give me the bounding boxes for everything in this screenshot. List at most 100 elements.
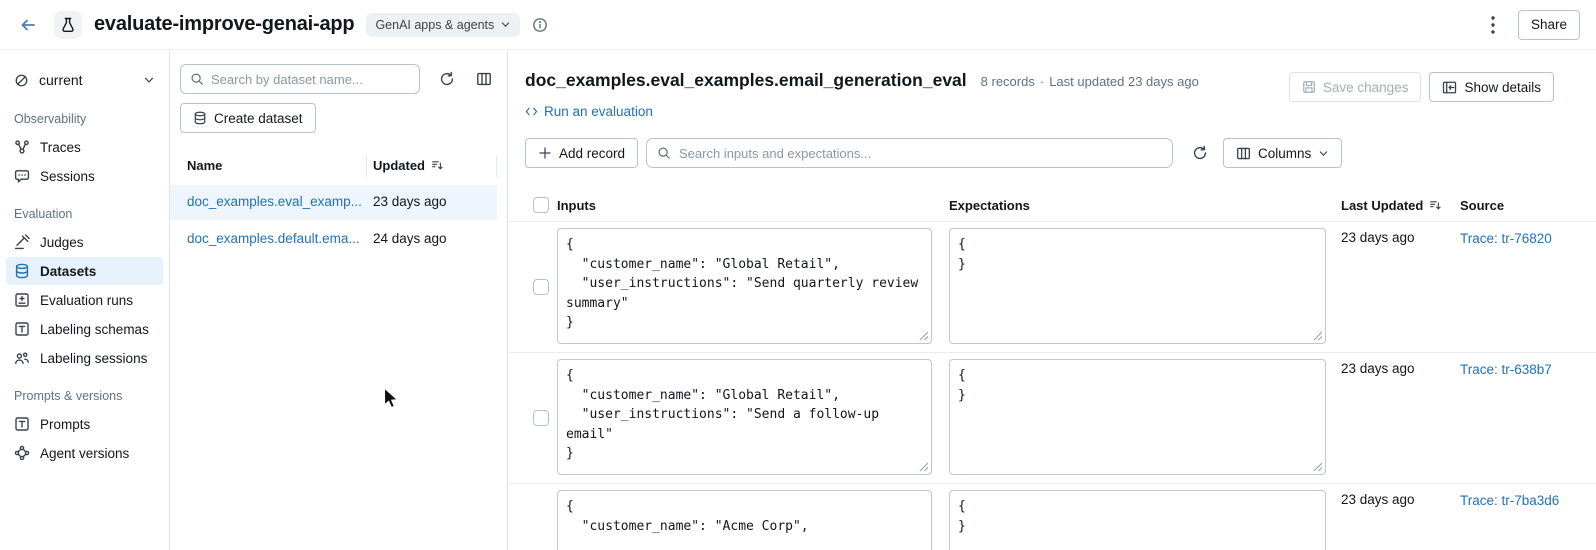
search-icon <box>657 146 671 160</box>
header-label: Name <box>187 158 222 173</box>
sort-descending-icon <box>1429 199 1442 212</box>
records-refresh-button[interactable] <box>1189 142 1211 164</box>
sidebar-item-labeling-schemas[interactable]: Labeling schemas <box>6 315 163 343</box>
run-evaluation-link[interactable]: Run an evaluation <box>525 104 653 119</box>
expectations-json-editor[interactable]: { } <box>949 228 1326 344</box>
last-updated-cell: 23 days ago <box>1341 492 1415 507</box>
sidebar-item-agent-versions[interactable]: Agent versions <box>6 439 163 467</box>
header-buttons: Save changes Show details <box>1289 72 1554 102</box>
page-title: evaluate-improve-genai-app <box>94 13 354 36</box>
column-header-name[interactable]: Name <box>187 158 222 173</box>
column-header-inputs[interactable]: Inputs <box>557 198 596 213</box>
inputs-json-editor[interactable]: { "customer_name": "Global Retail", "use… <box>557 359 932 475</box>
records-table-header: Inputs Expectations Last Updated Source <box>509 190 1596 222</box>
resize-grip-icon[interactable] <box>919 462 928 471</box>
workspace-label: current <box>39 72 133 88</box>
dataset-row[interactable]: doc_examples.eval_examp... 23 days ago <box>170 185 497 220</box>
save-icon <box>1302 80 1316 94</box>
sidebar-item-evaluation-runs[interactable]: Evaluation runs <box>6 286 163 314</box>
resize-grip-icon[interactable] <box>1313 462 1322 471</box>
expectations-json-editor[interactable]: { } <box>949 490 1326 550</box>
inputs-json-editor[interactable]: { "customer_name": "Acme Corp", <box>557 490 932 550</box>
plus-icon <box>538 146 552 160</box>
table-columns-icon <box>1236 146 1251 161</box>
gavel-icon <box>14 234 30 250</box>
share-button[interactable]: Share <box>1518 10 1580 40</box>
resize-grip-icon[interactable] <box>919 331 928 340</box>
graph-icon <box>14 445 30 461</box>
sort-descending-icon <box>431 159 444 172</box>
experiment-badge <box>54 11 82 39</box>
records-toolbar: Add record Columns <box>509 138 1596 168</box>
section-label-evaluation: Evaluation <box>0 191 169 227</box>
app-type-dropdown[interactable]: GenAI apps & agents <box>366 13 520 37</box>
records-search-box <box>646 138 1173 168</box>
expectations-json-text: { } <box>958 235 1317 274</box>
sidebar-item-judges[interactable]: Judges <box>6 228 163 256</box>
panel-columns-button[interactable] <box>473 68 495 90</box>
dataset-search-input[interactable] <box>211 72 410 87</box>
table-columns-icon <box>476 71 492 87</box>
select-all-checkbox[interactable] <box>533 197 549 213</box>
dataset-updated: 24 days ago <box>373 231 447 246</box>
topbar: evaluate-improve-genai-app GenAI apps & … <box>0 0 1596 50</box>
header-divider <box>366 156 367 177</box>
search-icon <box>190 72 204 86</box>
workspace-switcher[interactable]: current <box>6 64 163 96</box>
sidebar-item-datasets[interactable]: Datasets <box>6 257 163 285</box>
section-label-prompts-versions: Prompts & versions <box>0 373 169 409</box>
inputs-json-editor[interactable]: { "customer_name": "Global Retail", "use… <box>557 228 932 344</box>
sidebar-item-traces[interactable]: Traces <box>6 133 163 161</box>
add-record-button[interactable]: Add record <box>525 138 638 168</box>
columns-label: Columns <box>1258 146 1311 161</box>
trace-link[interactable]: Trace: tr-76820 <box>1460 231 1596 246</box>
column-header-last-updated[interactable]: Last Updated <box>1341 198 1442 213</box>
column-header-source[interactable]: Source <box>1460 198 1504 213</box>
refresh-button[interactable] <box>436 68 458 90</box>
dataset-search-box <box>180 64 420 94</box>
dataset-meta: 8 records · Last updated 23 days ago <box>981 74 1199 89</box>
show-details-label: Show details <box>1464 80 1541 95</box>
last-updated-text: Last updated 23 days ago <box>1049 74 1199 89</box>
sidebar-item-labeling-sessions[interactable]: Labeling sessions <box>6 344 163 372</box>
sidebar-item-prompts[interactable]: Prompts <box>6 410 163 438</box>
chart-square-icon <box>14 292 30 308</box>
dataset-name-link[interactable]: doc_examples.default.ema... <box>187 231 360 246</box>
database-icon <box>193 111 207 125</box>
header-label: Last Updated <box>1341 198 1423 213</box>
dataset-row[interactable]: doc_examples.default.ema... 24 days ago <box>170 222 497 257</box>
save-changes-button[interactable]: Save changes <box>1289 72 1422 102</box>
header-label: Inputs <box>557 198 596 213</box>
dataset-name-link[interactable]: doc_examples.eval_examp... <box>187 194 362 209</box>
arrow-left-icon <box>18 15 38 35</box>
sidebar-item-label: Sessions <box>40 169 95 184</box>
sidebar-item-sessions[interactable]: Sessions <box>6 162 163 190</box>
sidebar-item-label: Agent versions <box>40 446 129 461</box>
records-search-input[interactable] <box>679 146 1162 161</box>
last-updated-cell: 23 days ago <box>1341 361 1415 376</box>
expectations-json-editor[interactable]: { } <box>949 359 1326 475</box>
table-row: { "customer_name": "Global Retail", "use… <box>509 222 1596 353</box>
meta-separator: · <box>1040 74 1044 89</box>
row-checkbox[interactable] <box>533 279 549 295</box>
columns-dropdown-button[interactable]: Columns <box>1223 138 1342 168</box>
chevron-down-icon <box>143 74 155 86</box>
column-header-updated[interactable]: Updated <box>373 158 444 173</box>
trace-link[interactable]: Trace: tr-7ba3d6 <box>1460 493 1596 508</box>
resize-grip-icon[interactable] <box>1313 331 1322 340</box>
show-details-button[interactable]: Show details <box>1429 72 1554 102</box>
sidebar-item-label: Judges <box>40 235 84 250</box>
trace-link[interactable]: Trace: tr-638b7 <box>1460 362 1596 377</box>
info-icon[interactable] <box>532 17 548 33</box>
expectations-json-text: { } <box>958 497 1317 536</box>
dataset-detail-view: doc_examples.eval_examples.email_generat… <box>509 50 1596 550</box>
row-checkbox[interactable] <box>533 410 549 426</box>
back-button[interactable] <box>16 13 40 37</box>
create-dataset-button[interactable]: Create dataset <box>180 103 316 133</box>
kebab-menu-icon[interactable] <box>1482 12 1504 38</box>
add-record-label: Add record <box>559 146 625 161</box>
sidebar-item-label: Datasets <box>40 264 96 279</box>
code-icon <box>525 105 538 118</box>
column-header-expectations[interactable]: Expectations <box>949 198 1030 213</box>
sidebar-item-label: Labeling sessions <box>40 351 147 366</box>
